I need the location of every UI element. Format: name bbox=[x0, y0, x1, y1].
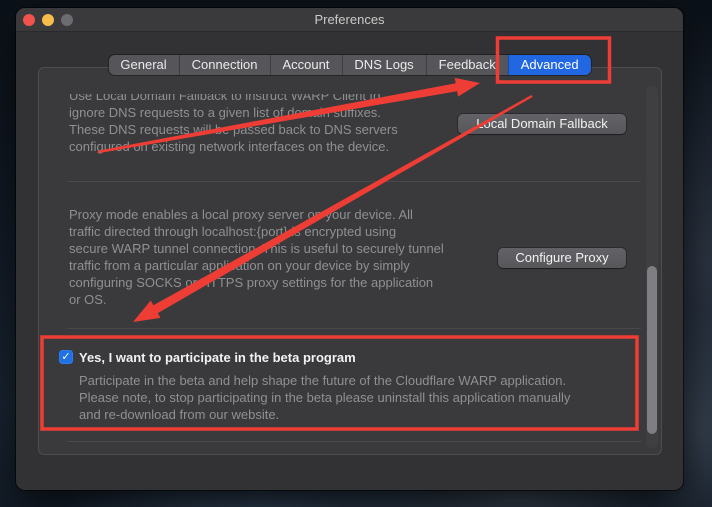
titlebar[interactable]: Preferences bbox=[16, 8, 683, 32]
tab-feedback[interactable]: Feedback bbox=[426, 55, 508, 75]
beta-checkbox[interactable]: ✓ bbox=[59, 350, 73, 364]
section-divider bbox=[67, 328, 641, 329]
scroll-viewport: Use Local Domain Fallback to instruct WA… bbox=[39, 94, 639, 182]
preferences-window: Preferences General Connection Account D… bbox=[16, 8, 683, 490]
tab-bar: General Connection Account DNS Logs Feed… bbox=[108, 55, 590, 75]
tab-advanced[interactable]: Advanced bbox=[508, 55, 591, 75]
advanced-settings-panel: Use Local Domain Fallback to instruct WA… bbox=[38, 67, 662, 455]
tab-general[interactable]: General bbox=[108, 55, 178, 75]
scrollbar-thumb[interactable] bbox=[647, 266, 657, 434]
proxy-description: Proxy mode enables a local proxy server … bbox=[69, 206, 444, 308]
checkmark-icon: ✓ bbox=[61, 352, 70, 363]
tab-dns-logs[interactable]: DNS Logs bbox=[341, 55, 425, 75]
beta-checkbox-label[interactable]: Yes, I want to participate in the beta p… bbox=[79, 350, 356, 365]
tab-account[interactable]: Account bbox=[269, 55, 341, 75]
local-domain-fallback-button[interactable]: Local Domain Fallback bbox=[458, 114, 626, 134]
window-title: Preferences bbox=[16, 8, 683, 31]
beta-description: Participate in the beta and help shape t… bbox=[79, 372, 570, 423]
tab-connection[interactable]: Connection bbox=[179, 55, 270, 75]
configure-proxy-button[interactable]: Configure Proxy bbox=[498, 248, 626, 268]
section-divider bbox=[67, 181, 641, 182]
desktop-background: Preferences General Connection Account D… bbox=[0, 0, 712, 507]
beta-checkbox-row: ✓ Yes, I want to participate in the beta… bbox=[59, 349, 356, 365]
section-divider bbox=[67, 441, 641, 442]
